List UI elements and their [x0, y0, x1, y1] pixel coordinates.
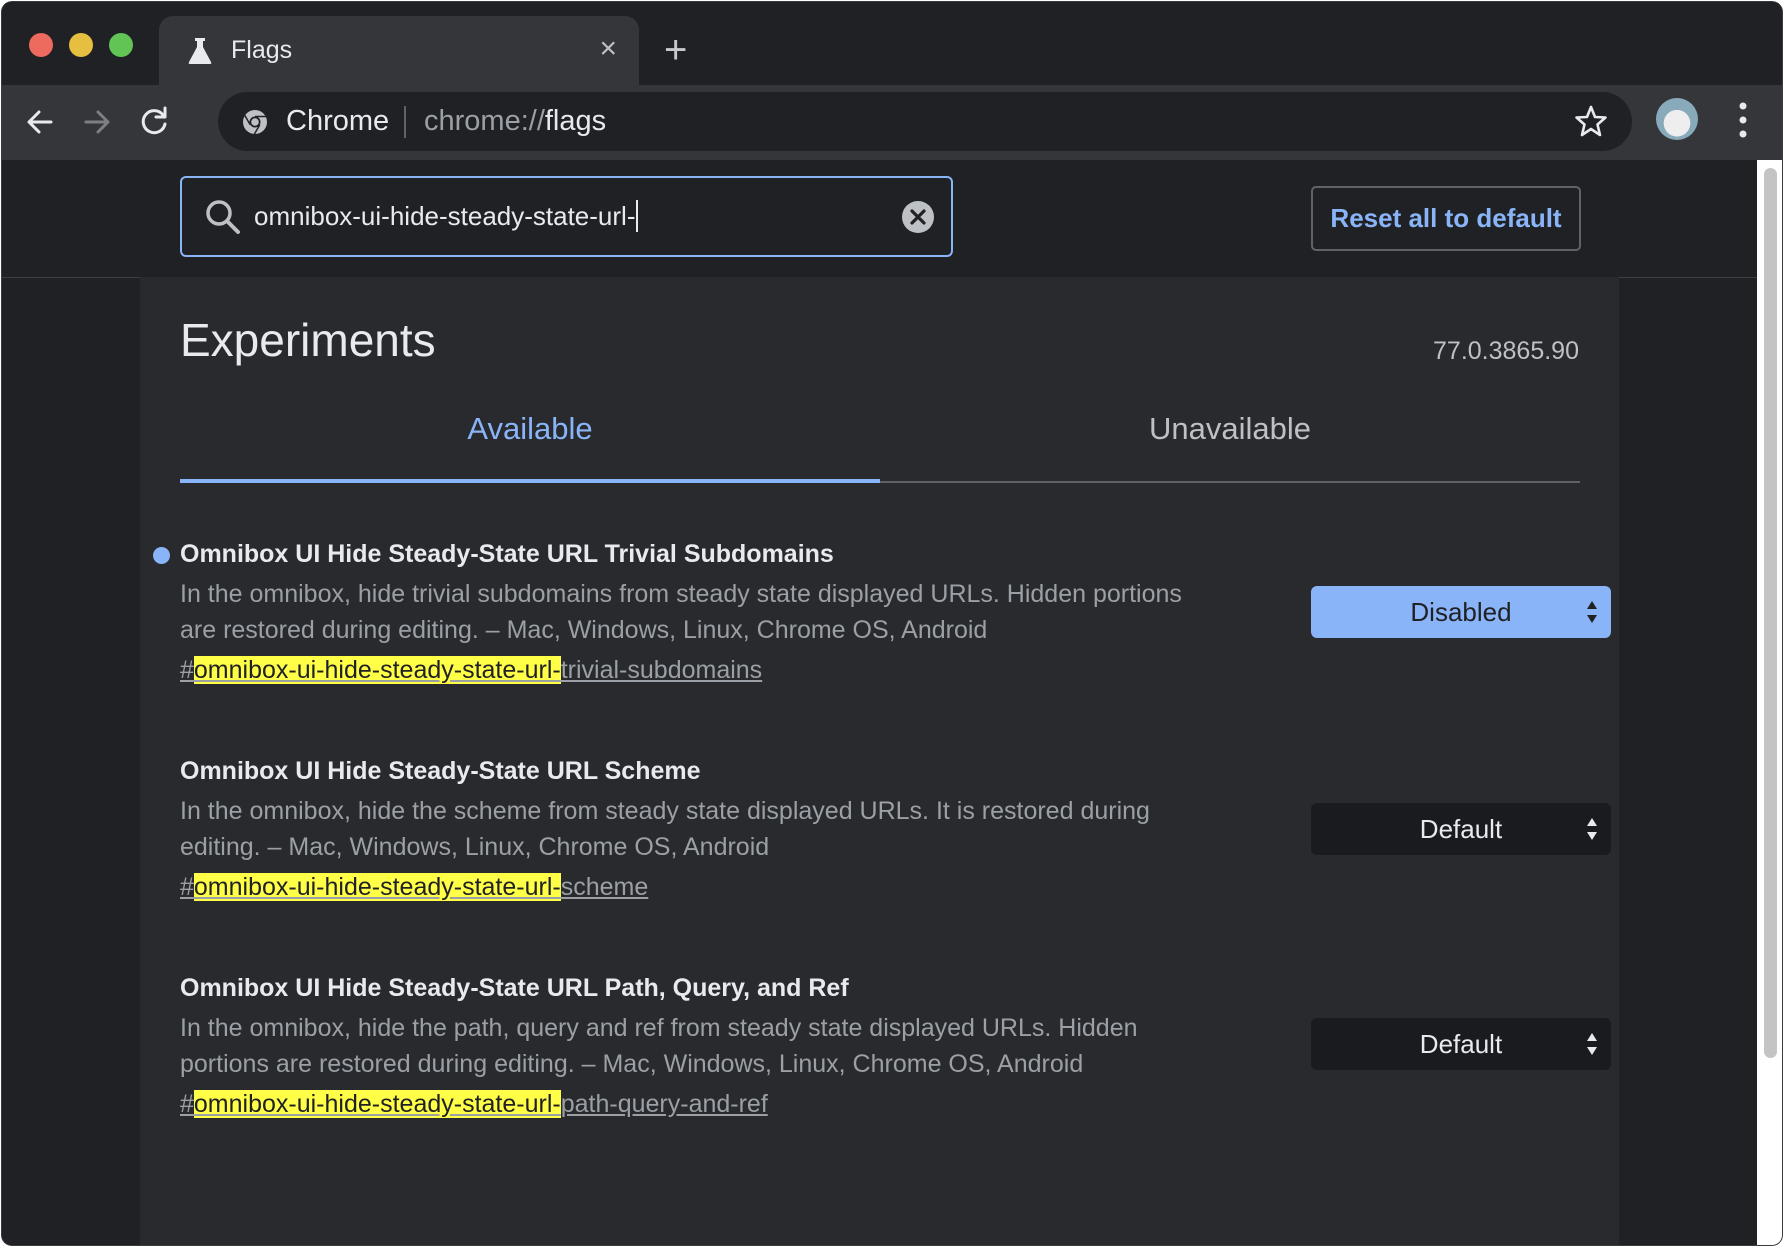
- permalink-hash: #: [180, 1090, 194, 1118]
- omnibox[interactable]: Chrome chrome://flags: [218, 92, 1632, 151]
- search-header: omnibox-ui-hide-steady-state-url- Reset …: [2, 160, 1757, 278]
- reset-all-button[interactable]: Reset all to default: [1311, 186, 1581, 251]
- reload-icon: [141, 106, 167, 135]
- experiments-tabs: Available Unavailable: [180, 397, 1580, 483]
- reload-button[interactable]: [131, 99, 177, 145]
- permalink-rest: path-query-and-ref: [560, 1090, 768, 1118]
- permalink-rest: trivial-subdomains: [560, 656, 763, 684]
- more-menu-icon[interactable]: [1735, 98, 1751, 142]
- tab-available[interactable]: Available: [180, 411, 880, 447]
- experiment-title: Omnibox UI Hide Steady-State URL Scheme: [180, 757, 701, 785]
- search-match-highlight: omnibox-ui-hide-steady-state-url-: [193, 656, 561, 684]
- tab-strip: Flags × +: [2, 2, 1782, 85]
- search-match-highlight: omnibox-ui-hide-steady-state-url-: [193, 873, 561, 901]
- site-name-chip: Chrome: [286, 105, 390, 137]
- experiment-description: In the omnibox, hide trivial subdomains …: [180, 580, 1182, 644]
- select-arrows-icon: [1587, 1033, 1597, 1055]
- search-match-highlight: omnibox-ui-hide-steady-state-url-: [193, 1090, 561, 1118]
- tab-title: Flags: [231, 36, 293, 64]
- permalink-hash: #: [180, 873, 194, 901]
- close-window-button[interactable]: [29, 33, 53, 57]
- experiment-description: In the omnibox, hide the scheme from ste…: [180, 797, 1150, 861]
- modified-indicator-dot: [153, 547, 170, 564]
- profile-avatar[interactable]: [1656, 98, 1698, 140]
- permalink-hash: #: [180, 656, 194, 684]
- tab-close-icon[interactable]: ×: [599, 34, 617, 64]
- minimize-window-button[interactable]: [69, 33, 93, 57]
- scrollbar-thumb[interactable]: [1764, 168, 1777, 1058]
- experiment-state-select[interactable]: Default: [1311, 803, 1611, 855]
- experiment-title: Omnibox UI Hide Steady-State URL Path, Q…: [180, 974, 849, 1002]
- experiment-permalink[interactable]: #omnibox-ui-hide-steady-state-url-scheme: [180, 869, 1580, 905]
- search-box[interactable]: omnibox-ui-hide-steady-state-url-: [180, 176, 953, 257]
- experiment-item: Omnibox UI Hide Steady-State URL Scheme …: [180, 753, 1611, 905]
- select-value: Default: [1419, 1028, 1503, 1059]
- bookmark-star-icon[interactable]: [1574, 104, 1608, 138]
- clear-search-icon[interactable]: [901, 200, 935, 234]
- forward-button[interactable]: [74, 99, 120, 145]
- experiment-permalink[interactable]: #omnibox-ui-hide-steady-state-url-path-q…: [180, 1086, 1580, 1122]
- page-scrollbar[interactable]: [1757, 160, 1782, 1245]
- experiment-item: Omnibox UI Hide Steady-State URL Path, Q…: [180, 970, 1611, 1122]
- page-title: Experiments: [180, 314, 436, 366]
- select-value: Disabled: [1410, 596, 1512, 627]
- experiments-panel: Experiments 77.0.3865.90 Available Unava…: [140, 277, 1619, 1245]
- chrome-logo-icon: [243, 110, 267, 135]
- url-text[interactable]: chrome://flags: [424, 105, 606, 138]
- maximize-window-button[interactable]: [109, 33, 133, 57]
- select-value: Default: [1419, 813, 1503, 844]
- experiment-description: In the omnibox, hide the path, query and…: [180, 1014, 1138, 1078]
- flask-icon: [188, 38, 212, 64]
- select-arrows-icon: [1587, 818, 1597, 840]
- back-button[interactable]: [17, 99, 63, 145]
- toolbar: Chrome chrome://flags: [2, 85, 1782, 160]
- new-tab-button[interactable]: +: [664, 30, 687, 70]
- tab-unavailable[interactable]: Unavailable: [880, 411, 1580, 447]
- version-label: 77.0.3865.90: [1433, 337, 1579, 365]
- experiment-state-select[interactable]: Disabled: [1311, 586, 1611, 638]
- url-scheme: chrome://: [424, 105, 545, 137]
- experiment-state-select[interactable]: Default: [1311, 1018, 1611, 1070]
- forward-arrow-icon: [84, 110, 110, 134]
- active-tab-indicator: [180, 479, 880, 483]
- experiment-title: Omnibox UI Hide Steady-State URL Trivial…: [180, 540, 834, 568]
- browser-tab-flags[interactable]: Flags ×: [159, 16, 639, 85]
- experiment-permalink[interactable]: #omnibox-ui-hide-steady-state-url-trivia…: [180, 652, 1580, 688]
- flags-page: omnibox-ui-hide-steady-state-url- Reset …: [2, 160, 1757, 1245]
- search-icon: [206, 200, 240, 234]
- permalink-rest: scheme: [560, 873, 649, 901]
- back-arrow-icon: [27, 110, 53, 134]
- url-host: flags: [544, 105, 607, 137]
- search-input[interactable]: omnibox-ui-hide-steady-state-url-: [254, 200, 639, 232]
- browser-window: Flags × + Chrome chrome://flags omnibox-…: [2, 2, 1782, 1245]
- experiment-item: Omnibox UI Hide Steady-State URL Trivial…: [153, 536, 1611, 688]
- omnibox-separator: [404, 106, 406, 138]
- select-arrows-icon: [1587, 601, 1597, 623]
